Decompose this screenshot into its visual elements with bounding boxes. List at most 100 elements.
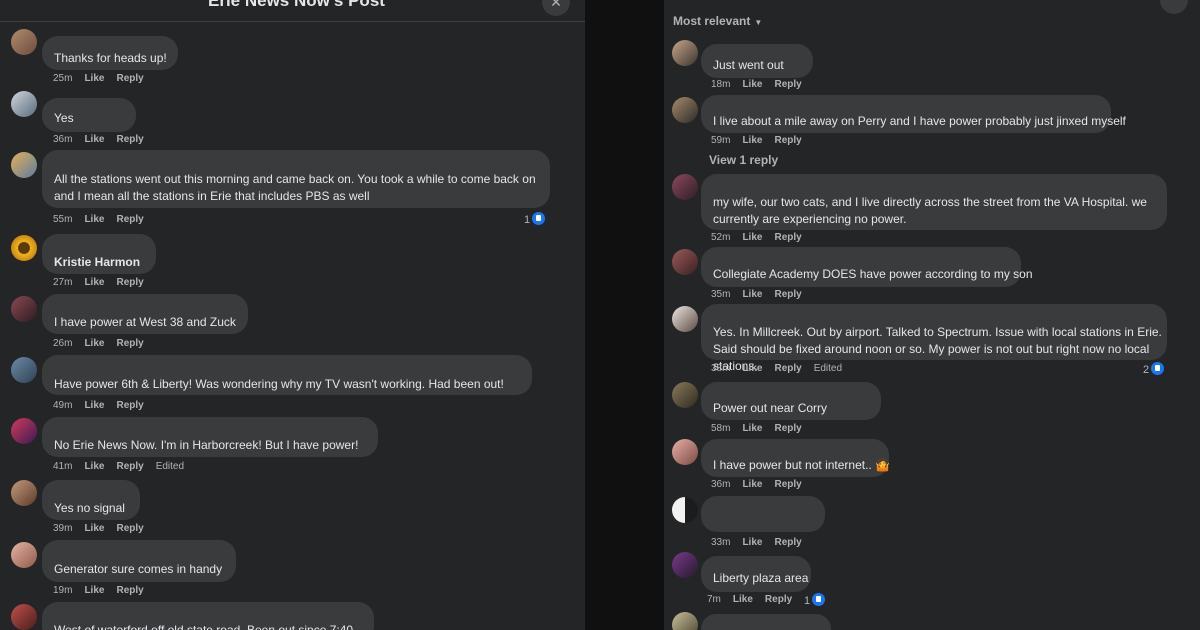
reply-button[interactable]: Reply: [774, 135, 801, 146]
comment-actions: 41m Like Reply Edited: [53, 461, 196, 472]
like-button[interactable]: Like: [742, 537, 762, 548]
comment-actions: 39m Like Reply: [53, 523, 156, 534]
avatar[interactable]: [11, 91, 37, 117]
reply-button[interactable]: Reply: [774, 479, 801, 490]
like-button[interactable]: Like: [84, 73, 104, 84]
avatar[interactable]: [11, 296, 37, 322]
comment-time[interactable]: 52m: [711, 232, 730, 243]
avatar[interactable]: [672, 612, 698, 630]
avatar[interactable]: [11, 418, 37, 444]
comment-time[interactable]: 36m: [53, 134, 72, 145]
comment-actions: 49m Like Reply: [53, 400, 156, 411]
comment-bubble: [701, 496, 825, 532]
comment-actions: 55m Like Reply: [53, 214, 156, 225]
avatar[interactable]: [672, 40, 698, 66]
reply-button[interactable]: Reply: [774, 537, 801, 548]
comment-time[interactable]: 36m: [711, 479, 730, 490]
like-button[interactable]: Like: [742, 232, 762, 243]
like-button[interactable]: Like: [84, 134, 104, 145]
like-button[interactable]: Like: [742, 479, 762, 490]
comment-time[interactable]: 19m: [53, 585, 72, 596]
avatar[interactable]: [672, 382, 698, 408]
sort-dropdown[interactable]: Most relevant ▼: [673, 14, 762, 28]
avatar[interactable]: [11, 480, 37, 506]
reaction-count[interactable]: 2: [1143, 362, 1165, 376]
reply-button[interactable]: Reply: [774, 289, 801, 300]
reply-button[interactable]: Reply: [116, 134, 143, 145]
comment-time[interactable]: 25m: [53, 73, 72, 84]
like-button[interactable]: Like: [742, 423, 762, 434]
like-button[interactable]: Like: [733, 594, 753, 605]
comment-actions: 52m Like Reply: [711, 232, 814, 243]
avatar[interactable]: [11, 604, 37, 630]
like-button[interactable]: Like: [84, 277, 104, 288]
comment-time[interactable]: 41m: [53, 461, 72, 472]
sort-label: Most relevant: [673, 14, 751, 28]
close-icon[interactable]: ✕: [542, 0, 570, 16]
avatar[interactable]: [11, 29, 37, 55]
like-button[interactable]: Like: [84, 214, 104, 225]
like-button[interactable]: Like: [84, 400, 104, 411]
like-button[interactable]: Like: [742, 289, 762, 300]
avatar[interactable]: [672, 249, 698, 275]
avatar[interactable]: [11, 235, 37, 261]
like-button[interactable]: Like: [742, 363, 762, 374]
comment-bubble: I have power but not internet.. 🤷: [701, 439, 890, 477]
reply-button[interactable]: Reply: [774, 232, 801, 243]
comment-actions: 19m Like Reply: [53, 585, 156, 596]
avatar[interactable]: [672, 97, 698, 123]
avatar[interactable]: [672, 552, 698, 578]
reply-button[interactable]: Reply: [765, 594, 792, 605]
comment-actions: 36m Like Reply: [53, 134, 156, 145]
reply-button[interactable]: Reply: [774, 79, 801, 90]
like-button[interactable]: Like: [84, 461, 104, 472]
comment-bubble: Yes. In Millcreek. Out by airport. Talke…: [701, 304, 1167, 373]
reply-button[interactable]: Reply: [116, 461, 143, 472]
header-divider: [0, 21, 585, 22]
avatar[interactable]: [672, 306, 698, 332]
commenter-name[interactable]: Kristie Harmon: [54, 254, 140, 271]
avatar[interactable]: [11, 152, 37, 178]
avatar[interactable]: [11, 357, 37, 383]
comment-time[interactable]: 58m: [711, 423, 730, 434]
reply-button[interactable]: Reply: [116, 73, 143, 84]
comment-time[interactable]: 55m: [53, 214, 72, 225]
like-button[interactable]: Like: [84, 338, 104, 349]
reply-button[interactable]: Reply: [116, 585, 143, 596]
comment-actions: 25m Like Reply: [53, 73, 156, 84]
comment-time[interactable]: 26m: [53, 338, 72, 349]
avatar[interactable]: [11, 542, 37, 568]
comment-time[interactable]: 38m: [711, 363, 730, 374]
reply-button[interactable]: Reply: [116, 400, 143, 411]
like-reaction-icon: [812, 593, 826, 606]
reply-button[interactable]: Reply: [774, 423, 801, 434]
reply-button[interactable]: Reply: [116, 338, 143, 349]
comment-time[interactable]: 27m: [53, 277, 72, 288]
reply-button[interactable]: Reply: [116, 277, 143, 288]
like-button[interactable]: Like: [84, 585, 104, 596]
reaction-count[interactable]: 1: [804, 593, 826, 607]
avatar[interactable]: [672, 174, 698, 200]
comment-time[interactable]: 35m: [711, 289, 730, 300]
like-button[interactable]: Like: [84, 523, 104, 534]
comment-time[interactable]: 33m: [711, 537, 730, 548]
avatar[interactable]: [672, 497, 698, 523]
avatar[interactable]: [672, 439, 698, 465]
comment-actions: 7m Like Reply: [707, 594, 804, 605]
comment-time[interactable]: 7m: [707, 594, 721, 605]
view-replies-link[interactable]: View 1 reply: [709, 153, 778, 167]
comment-time[interactable]: 59m: [711, 135, 730, 146]
comment-time[interactable]: 18m: [711, 79, 730, 90]
edited-label: Edited: [155, 461, 185, 472]
like-button[interactable]: Like: [742, 79, 762, 90]
reply-button[interactable]: Reply: [116, 214, 143, 225]
comment-time[interactable]: 39m: [53, 523, 72, 534]
reply-button[interactable]: Reply: [116, 523, 143, 534]
reply-button[interactable]: Reply: [774, 363, 801, 374]
close-icon[interactable]: [1160, 0, 1188, 14]
comment-text: Generator sure comes in handy: [54, 562, 223, 576]
comment-time[interactable]: 49m: [53, 400, 72, 411]
comment-actions: 36m Like Reply: [711, 479, 814, 490]
like-button[interactable]: Like: [742, 135, 762, 146]
reaction-count[interactable]: 1: [524, 212, 546, 226]
